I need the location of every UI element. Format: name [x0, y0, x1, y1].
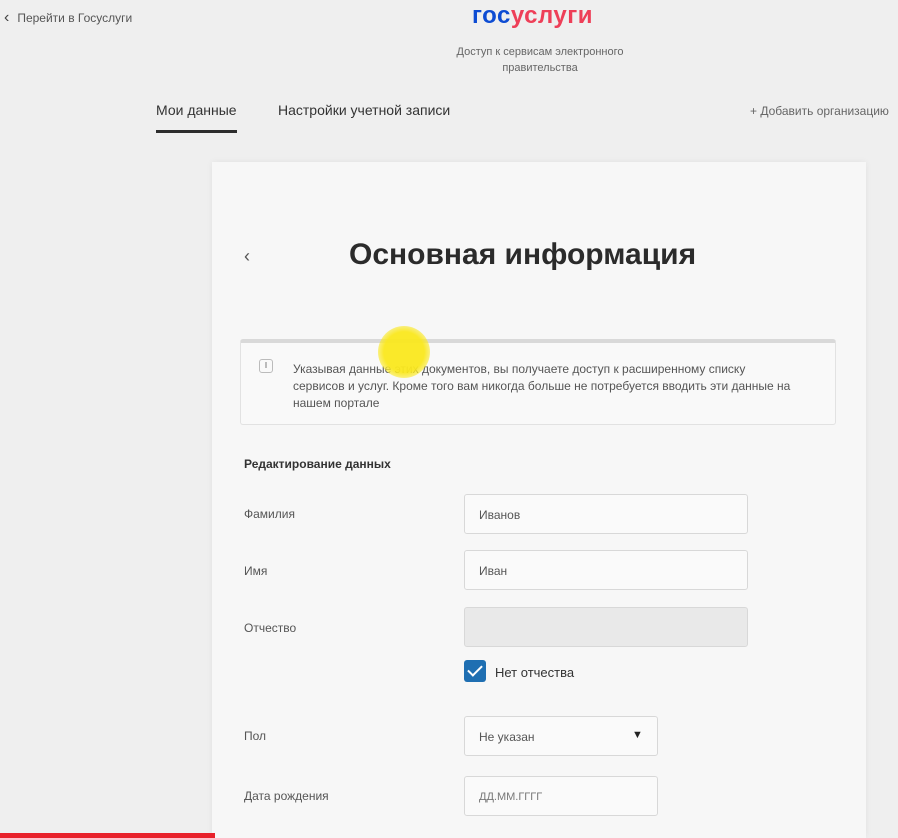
- back-link-label: Перейти в Госуслуги: [17, 11, 133, 25]
- top-bar: ‹ Перейти в Госуслуги госуслуги Доступ к…: [0, 0, 898, 90]
- tab-account-settings[interactable]: Настройки учетной записи: [278, 102, 450, 130]
- caret-down-icon[interactable]: ▼: [632, 729, 643, 741]
- no-patronymic-checkbox[interactable]: [464, 660, 486, 682]
- surname-label: Фамилия: [244, 507, 295, 521]
- notice-text: Указывая данные этих документов, вы полу…: [293, 362, 791, 410]
- name-label: Имя: [244, 564, 268, 578]
- gender-label: Пол: [244, 729, 267, 743]
- chevron-left-icon: ‹: [4, 9, 10, 26]
- patronymic-label: Отчество: [244, 621, 297, 635]
- no-patronymic-label[interactable]: Нет отчества: [495, 665, 574, 680]
- birthdate-field[interactable]: ДД.ММ.ГГГГ: [464, 776, 658, 816]
- gosuslugi-logo[interactable]: госуслуги: [472, 2, 593, 30]
- birthdate-label: Дата рождения: [244, 789, 329, 803]
- back-to-gosuslugi-link[interactable]: ‹ Перейти в Госуслуги: [4, 10, 132, 26]
- info-notice: Указывая данные этих документов, вы полу…: [240, 339, 836, 425]
- back-arrow-icon[interactable]: ‹: [244, 246, 250, 267]
- info-icon: [259, 359, 273, 373]
- add-organization-link[interactable]: + Добавить организацию: [750, 104, 889, 118]
- page-title: Основная информация: [349, 238, 697, 271]
- gender-select[interactable]: Не указан: [464, 716, 658, 756]
- section-title: Редактирование данных: [244, 457, 391, 471]
- logo-part-gos: гос: [472, 2, 511, 29]
- account-nav: Мои данные Настройки учетной записи + До…: [0, 90, 898, 140]
- logo-tagline: Доступ к сервисам электронного правитель…: [456, 46, 624, 74]
- video-progress-bar[interactable]: [0, 833, 215, 838]
- surname-field[interactable]: Иванов: [464, 494, 748, 534]
- tab-my-data[interactable]: Мои данные: [156, 102, 237, 133]
- logo-part-uslugi: услуги: [510, 2, 593, 29]
- patronymic-field[interactable]: [464, 607, 748, 647]
- name-field[interactable]: Иван: [464, 550, 748, 590]
- cursor-highlight: [378, 326, 430, 378]
